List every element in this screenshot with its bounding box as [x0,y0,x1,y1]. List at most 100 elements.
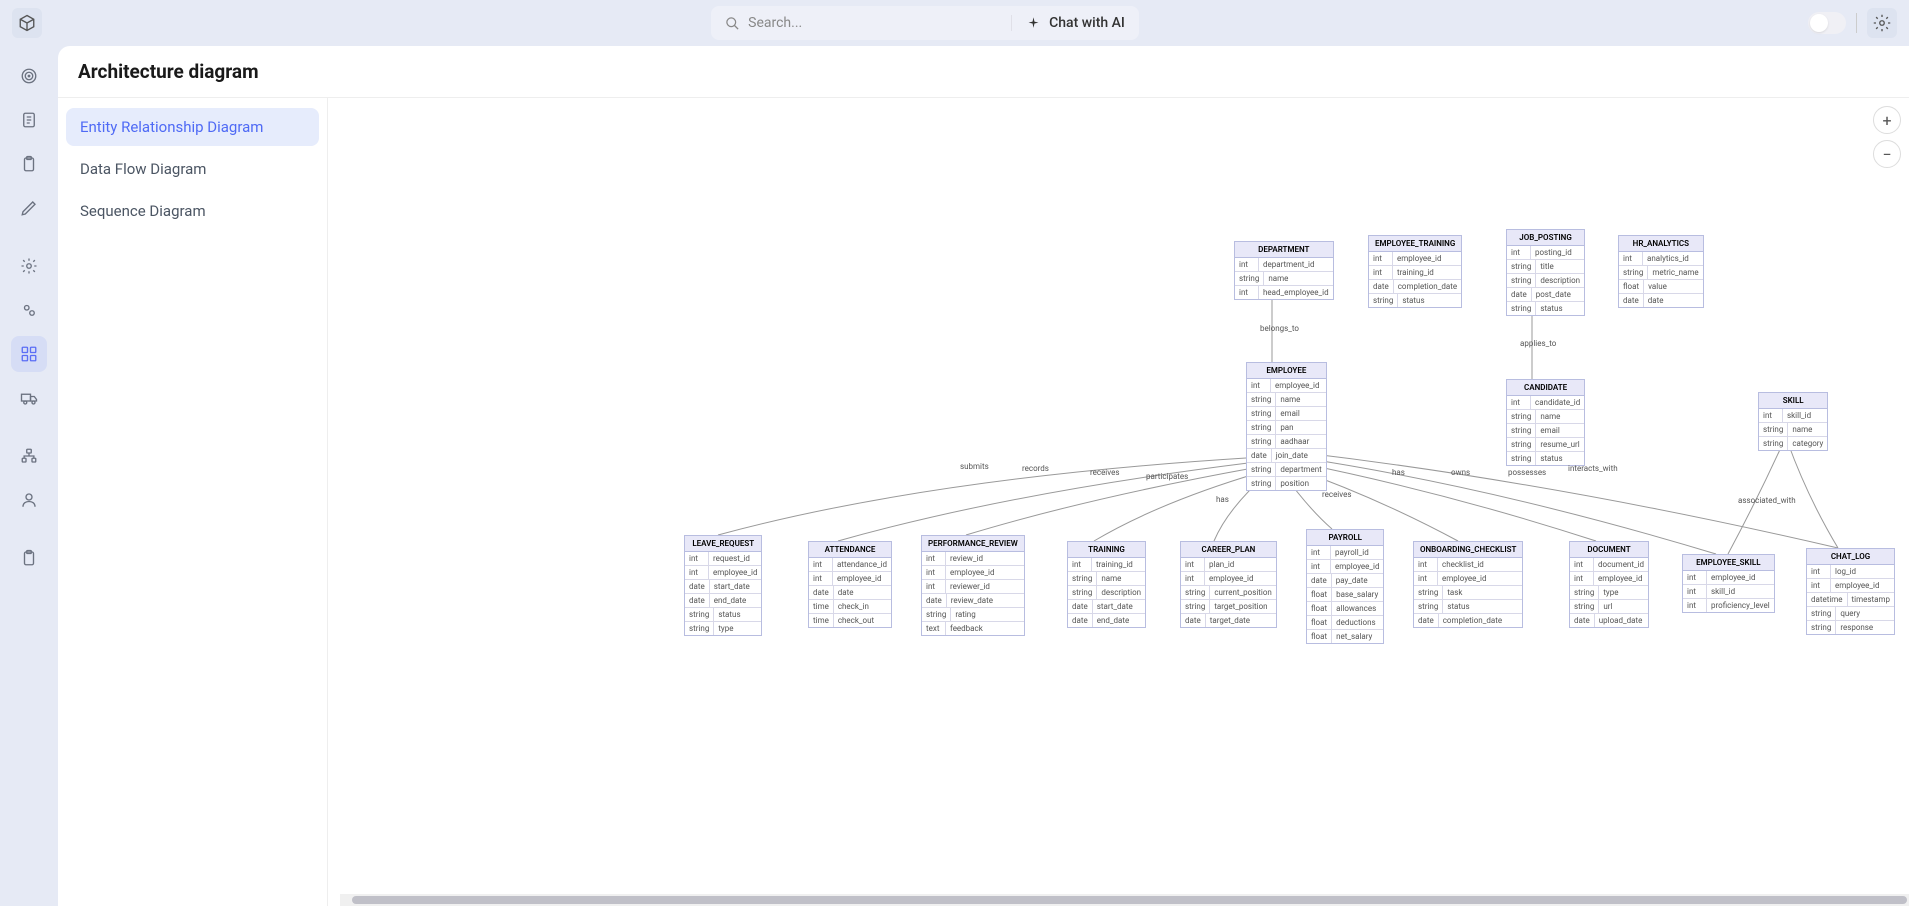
nav-item[interactable]: Sequence Diagram [66,192,319,230]
search-placeholder: Search... [748,15,802,31]
relationship-label: has [1392,468,1405,477]
entity-box[interactable]: TRAININGinttraining_idstringnamestringde… [1067,541,1146,628]
entity-field-row: intemployee_id [1181,572,1276,586]
entity-field-row: inttraining_id [1068,558,1145,572]
settings-button[interactable] [1867,8,1897,38]
topbar: Search... Chat with AI [0,0,1909,46]
entity-field-row: stringdepartment [1247,463,1326,477]
entity-field-row: intemployee_id [1570,572,1648,586]
entity-field-row: stringname [1507,410,1584,424]
nav-item[interactable]: Entity Relationship Diagram [66,108,319,146]
entity-field-row: stringdescription [1507,274,1584,288]
entity-field-row: datetimetimestamp [1807,593,1894,607]
diagram-canvas[interactable]: DEPARTMENTintdepartment_idstringnameinth… [328,98,1909,906]
entity-field-row: floatnet_salary [1307,630,1383,643]
clipboard-icon [20,155,38,173]
entity-box[interactable]: EMPLOYEE_TRAININGintemployee_idinttraini… [1368,235,1462,308]
entity-field-row: intemployee_id [809,572,891,586]
entity-box[interactable]: CAREER_PLANintplan_idintemployee_idstrin… [1180,541,1277,628]
entity-field-row: intposting_id [1507,246,1584,260]
entity-header: HR_ANALYTICS [1619,236,1703,252]
rail-user[interactable] [11,482,47,518]
entity-box[interactable]: JOB_POSTINGintposting_idstringtitlestrin… [1506,229,1585,316]
rail-org[interactable] [11,438,47,474]
entity-box[interactable]: ATTENDANCEintattendance_idintemployee_id… [808,541,892,628]
entity-field-row: intemployee_id [1414,572,1522,586]
content-row: Entity Relationship Diagram Data Flow Dia… [58,98,1909,906]
entity-box[interactable]: EMPLOYEEintemployee_idstringnamestringem… [1246,362,1327,491]
entity-field-row: intemployee_id [922,566,1024,580]
entity-box[interactable]: EMPLOYEE_SKILLintemployee_idintskill_idi… [1682,554,1775,613]
theme-toggle[interactable] [1808,12,1846,34]
entity-field-row: intrequest_id [685,552,761,566]
entity-box[interactable]: ONBOARDING_CHECKLISTintchecklist_idintem… [1413,541,1523,628]
entity-field-row: stringstatus [685,608,761,622]
scrollbar-thumb[interactable] [352,896,1907,904]
rail-target[interactable] [11,58,47,94]
rail-gear2[interactable] [11,292,47,328]
entity-field-row: textfeedback [922,622,1024,635]
entity-field-row: intdepartment_id [1235,258,1333,272]
chat-with-ai-button[interactable]: Chat with AI [1011,15,1139,31]
entity-field-row: stringpan [1247,421,1326,435]
divider [1856,13,1857,33]
gear-icon [1873,14,1891,32]
rail-clip2[interactable] [11,540,47,576]
entity-box[interactable]: HR_ANALYTICSintanalytics_idstringmetric_… [1618,235,1704,308]
rail-clipboard[interactable] [11,146,47,182]
entity-box[interactable]: DOCUMENTintdocument_idintemployee_idstri… [1569,541,1649,628]
entity-field-row: timecheck_in [809,600,891,614]
entity-field-row: intemployee_id [1369,252,1461,266]
entity-header: PAYROLL [1307,530,1383,546]
entity-field-row: stringurl [1570,600,1648,614]
entity-field-row: stringresume_url [1507,438,1584,452]
topbar-right [1808,8,1897,38]
rail-truck[interactable] [11,380,47,416]
entity-field-row: floatvalue [1619,280,1703,294]
rail-architecture[interactable] [11,336,47,372]
zoom-out-button[interactable]: − [1873,140,1901,168]
modules-icon [20,345,38,363]
search-icon [725,16,740,31]
rail-gear1[interactable] [11,248,47,284]
horizontal-scrollbar[interactable] [340,894,1909,906]
target-icon [20,67,38,85]
logo-button[interactable] [12,8,42,38]
entity-field-row: datedate [1619,294,1703,307]
entity-field-row: stringname [1247,393,1326,407]
entity-box[interactable]: CANDIDATEintcandidate_idstringnamestring… [1506,379,1585,466]
zoom-in-button[interactable]: + [1873,106,1901,134]
main-header: Architecture diagram [58,46,1909,98]
entity-field-row: intemployee_id [1683,571,1774,585]
entity-field-row: stringname [1759,423,1827,437]
entity-field-row: floatbase_salary [1307,588,1383,602]
search-input[interactable]: Search... [711,15,1011,31]
relationship-label: has [1216,495,1229,504]
entity-box[interactable]: LEAVE_REQUESTintrequest_idintemployee_id… [684,535,762,636]
relationship-label: possesses [1508,468,1546,477]
rail-pen[interactable] [11,190,47,226]
relationship-label: interacts_with [1568,464,1618,473]
rail-doc1[interactable] [11,102,47,138]
entity-box[interactable]: DEPARTMENTintdepartment_idstringnameinth… [1234,241,1334,300]
entity-field-row: inthead_employee_id [1235,286,1333,299]
entity-field-row: intproficiency_level [1683,599,1774,612]
entity-field-row: intcandidate_id [1507,396,1584,410]
relationship-label: applies_to [1520,339,1556,348]
entity-field-row: datereview_date [922,594,1024,608]
entity-field-row: intreviewer_id [922,580,1024,594]
relationship-label: participates [1146,472,1188,481]
entity-field-row: stringtarget_position [1181,600,1276,614]
entity-field-row: datepost_date [1507,288,1584,302]
entity-field-row: intanalytics_id [1619,252,1703,266]
entity-box[interactable]: SKILLintskill_idstringnamestringcategory [1758,392,1828,451]
entity-field-row: stringstatus [1369,294,1461,307]
entity-header: CHAT_LOG [1807,549,1894,565]
relationship-label: belongs_to [1260,324,1299,333]
entity-box[interactable]: PERFORMANCE_REVIEWintreview_idintemploye… [921,535,1025,636]
entity-box[interactable]: PAYROLLintpayroll_idintemployee_iddatepa… [1306,529,1384,644]
entity-header: CAREER_PLAN [1181,542,1276,558]
topbar-center: Search... Chat with AI [54,6,1796,40]
nav-item[interactable]: Data Flow Diagram [66,150,319,188]
entity-box[interactable]: CHAT_LOGintlog_idintemployee_iddatetimet… [1806,548,1895,635]
